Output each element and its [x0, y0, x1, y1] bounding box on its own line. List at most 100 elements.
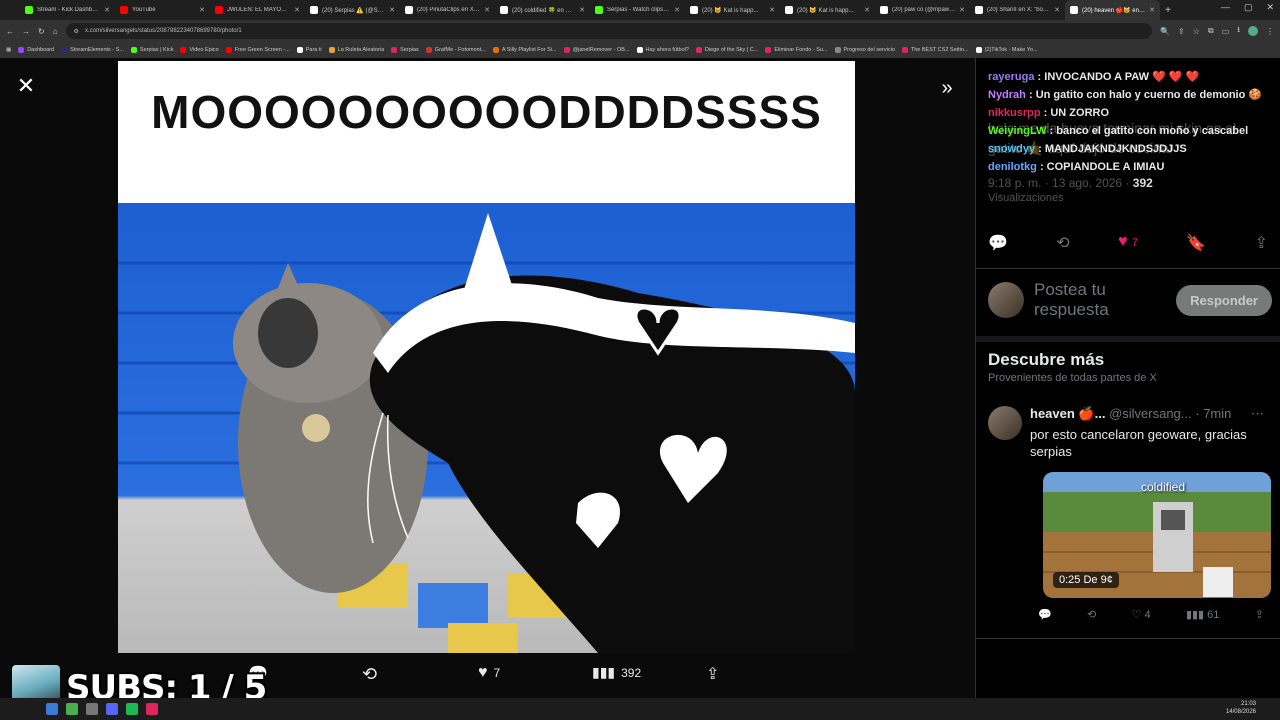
chat-text: UN ZORRO — [1050, 107, 1110, 119]
browser-tab[interactable]: (20) ShanII en X: "boca... ✕ — [970, 0, 1065, 20]
tweet-photo[interactable]: MOOOOOOOOOODDDDSSSS — [118, 61, 855, 653]
reply-submit-button[interactable]: Responder — [1176, 284, 1272, 316]
home-icon[interactable]: ⌂ — [53, 27, 58, 36]
bookmark-item[interactable]: Hay ahora fútbol? — [636, 47, 689, 53]
start-icon[interactable] — [46, 703, 58, 715]
bookmark-item[interactable]: Video Epico — [180, 47, 219, 53]
bookmark-item[interactable]: Diege of the Sky | C... — [695, 47, 758, 53]
forward-icon[interactable]: → — [22, 27, 30, 36]
tab-close-icon[interactable]: ✕ — [864, 6, 870, 14]
tab-close-icon[interactable]: ✕ — [1149, 6, 1155, 14]
post-video[interactable]: coldified 0:25 De 9¢ — [1043, 472, 1271, 598]
views-button[interactable]: ▮▮▮ 392 — [592, 664, 641, 681]
zoom-icon[interactable]: 🔍 — [1160, 27, 1170, 36]
bookmark-item[interactable]: GrafMe - Fotomont... — [425, 47, 486, 53]
back-icon[interactable]: ← — [6, 27, 14, 36]
bookmark-item[interactable]: La Ruleta Aleatoria — [328, 47, 384, 53]
post-author-handle[interactable]: @silversang... — [1109, 406, 1192, 421]
share-icon[interactable]: ⇪ — [1255, 233, 1268, 253]
tab-close-icon[interactable]: ✕ — [389, 6, 395, 14]
more-icon[interactable]: ⋯ — [1251, 406, 1264, 422]
tab-close-icon[interactable]: ✕ — [1054, 6, 1060, 14]
reply-input[interactable]: Postea tu respuesta — [1034, 280, 1166, 320]
post-author-avatar[interactable] — [988, 406, 1022, 440]
file-explorer-icon[interactable] — [86, 703, 98, 715]
browser-tab[interactable]: (20) 🐱 Kat is happ... ✕ — [780, 0, 875, 20]
like-button[interactable]: ♥ 7 — [478, 664, 500, 682]
bookmark-item[interactable]: Progreso del servicio — [834, 47, 895, 53]
bookmark-item[interactable]: (2)TikTok - Make Yo... — [975, 47, 1038, 53]
new-tab-button[interactable]: + — [1160, 5, 1176, 16]
browser-tab[interactable]: Stream - Kick Dashboard ✕ — [20, 0, 115, 20]
sidebar-icon[interactable]: ▭ — [1222, 27, 1230, 36]
tab-close-icon[interactable]: ✕ — [769, 6, 775, 14]
browser-tab[interactable]: (20) PinutaClips en X: "... ✕ — [400, 0, 495, 20]
tab-close-icon[interactable]: ✕ — [579, 6, 585, 14]
browser-tab[interactable]: (20) paw co (@mpawc... ✕ — [875, 0, 970, 20]
obs-icon[interactable] — [146, 703, 158, 715]
bookmark-item[interactable]: Eliminar Fondo - Su... — [765, 47, 828, 53]
like-button[interactable]: ♥ 7 — [1118, 233, 1138, 253]
bookmark-item[interactable]: @janelRemover - OB... — [563, 47, 630, 53]
post-time: · 7min — [1195, 406, 1232, 421]
chat-message: nikkusrpp : UN ZORRO — [988, 106, 1268, 121]
browser-menu-icon[interactable]: ⋮ — [1266, 27, 1274, 36]
from-handle: 9¢ — [1100, 574, 1113, 586]
address-input[interactable]: ⚙ x.com/silversangels/status/20879822340… — [65, 23, 1153, 39]
chat-message: rayeruga : INVOCANDO A PAW ❤️ ❤️ ❤️ — [988, 70, 1268, 85]
share-icon[interactable]: ⇪ — [1255, 608, 1264, 621]
tab-close-icon[interactable]: ✕ — [294, 6, 300, 14]
close-viewer-button[interactable]: ✕ — [14, 74, 38, 98]
bookmark-star-icon[interactable]: ☆ — [1193, 27, 1200, 36]
maximize-icon[interactable]: ▢ — [1244, 2, 1253, 13]
browser-tab[interactable]: JWULEN: EL MAYOR FR... ✕ — [210, 0, 305, 20]
bookmark-item[interactable]: Serpias — [391, 47, 419, 53]
site-info-icon[interactable]: ⚙ — [74, 28, 79, 35]
bookmark-item[interactable]: A Silly Playlist For Si... — [492, 47, 557, 53]
bookmark-item[interactable]: Dashboard — [18, 47, 54, 53]
extensions-icon[interactable]: ⧉ — [1208, 26, 1214, 36]
bookmark-item[interactable]: StreamElements - S... — [61, 47, 124, 53]
tab-close-icon[interactable]: ✕ — [674, 6, 680, 14]
bookmark-item[interactable]: The BEST CS2 Settin... — [901, 47, 969, 53]
chat-separator: : — [1035, 143, 1045, 155]
reload-icon[interactable]: ↻ — [38, 27, 45, 36]
browser-tab[interactable]: (20) heaven 🍎🐱 en X... ✕ — [1065, 0, 1160, 20]
post-author-name[interactable]: heaven 🍎... — [1030, 406, 1105, 421]
repost-icon[interactable]: ⟲ — [1087, 608, 1096, 621]
profile-avatar[interactable] — [1248, 26, 1258, 36]
chrome-icon[interactable] — [66, 703, 78, 715]
bookmark-favicon-icon — [391, 47, 398, 53]
like-button[interactable]: ♡ 4 — [1132, 608, 1151, 621]
share-page-icon[interactable]: ⇪ — [1178, 27, 1185, 36]
browser-tab[interactable]: (20) coldified 🍀 en X:... ✕ — [495, 0, 590, 20]
close-window-icon[interactable]: ✕ — [1266, 2, 1274, 13]
tab-close-icon[interactable]: ✕ — [199, 6, 205, 14]
reply-icon[interactable]: 💬 — [1038, 608, 1052, 621]
share-button[interactable]: ⇪ — [706, 664, 719, 684]
views-button[interactable]: ▮▮▮ 61 — [1186, 608, 1219, 621]
toggle-sidebar-button[interactable]: » — [935, 76, 959, 100]
discord-icon[interactable] — [106, 703, 118, 715]
bookmark-icon[interactable]: 🔖 — [1186, 233, 1206, 253]
apps-icon[interactable]: ▦ — [6, 47, 11, 53]
browser-tab[interactable]: (20) Serpias ⚠️ (@Serp... ✕ — [305, 0, 400, 20]
browser-tab[interactable]: Serpias - Watch clips o... ✕ — [590, 0, 685, 20]
post-view-count: 61 — [1207, 609, 1220, 621]
tab-favicon-icon — [500, 6, 508, 14]
spotify-icon[interactable] — [126, 703, 138, 715]
downloads-icon[interactable]: ⭳ — [1237, 24, 1240, 38]
tab-close-icon[interactable]: ✕ — [959, 6, 965, 14]
bookmark-item[interactable]: Serpias | Kick — [130, 47, 173, 53]
bookmark-item[interactable]: Para ti — [296, 47, 322, 53]
tab-title: (20) ShanII en X: "boca... — [987, 7, 1051, 13]
browser-tab[interactable]: (20) 🐱 Kat is happ... ✕ — [685, 0, 780, 20]
repost-button[interactable]: ⟲ — [362, 664, 383, 685]
tab-close-icon[interactable]: ✕ — [104, 6, 110, 14]
bookmark-item[interactable]: Free Green Screen -... — [225, 47, 290, 53]
reply-icon[interactable]: 💬 — [988, 233, 1008, 253]
minimize-icon[interactable]: — — [1221, 2, 1230, 13]
tab-close-icon[interactable]: ✕ — [484, 6, 490, 14]
browser-tab[interactable]: YouTube ✕ — [115, 0, 210, 20]
repost-icon[interactable]: ⟲ — [1056, 233, 1069, 253]
